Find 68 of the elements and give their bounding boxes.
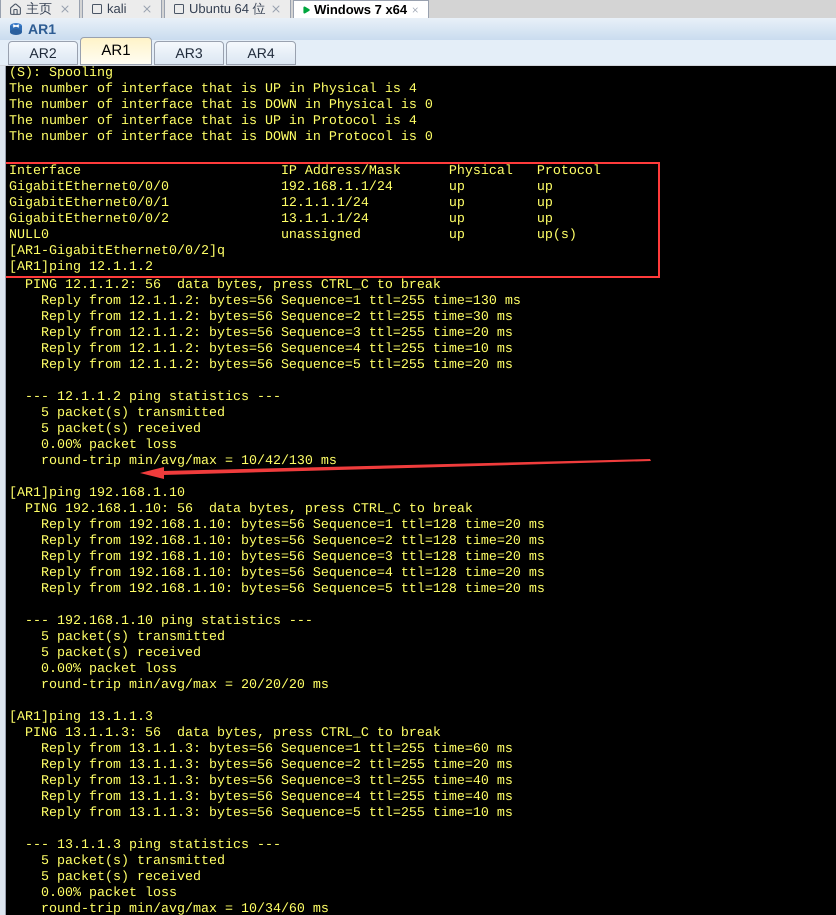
terminal-line: GigabitEthernet0/0/0 192.168.1.1/24 up up: [9, 180, 553, 196]
play-icon: [302, 4, 310, 16]
terminal-line: The number of interface that is DOWN in Protocol is 0: [9, 130, 433, 146]
close-icon[interactable]: [270, 3, 282, 15]
terminal-line: Reply from 13.1.1.3: bytes=56 Sequence=2 ttl=255 time=20 ms: [40, 758, 513, 774]
terminal-line: Interface IP Address/Mask Physical Protocol: [9, 164, 601, 180]
terminal-line: Reply from 12.1.1.2: bytes=56 Sequence=3 ttl=255 time=20 ms: [40, 326, 513, 342]
terminal-line: Reply from 192.168.1.10: bytes=56 Sequence=1 ttl=128 time=20 ms: [40, 518, 545, 534]
terminal-line: Reply from 13.1.1.3: bytes=56 Sequence=4 ttl=255 time=40 ms: [40, 790, 513, 806]
terminal-line: (S): Spooling: [9, 66, 113, 82]
device-tab[interactable]: AR4: [226, 41, 296, 65]
terminal-line: Reply from 12.1.1.2: bytes=56 Sequence=2 ttl=255 time=30 ms: [40, 310, 513, 326]
terminal-line: Reply from 192.168.1.10: bytes=56 Sequence=3 ttl=128 time=20 ms: [40, 550, 545, 566]
terminal-line: 5 packet(s) received: [40, 422, 201, 438]
vm-tab-label: 主页: [26, 0, 52, 18]
terminal-line: PING 12.1.1.2: 56 data bytes, press CTRL_C to break: [24, 278, 441, 294]
terminal-line: 5 packet(s) transmitted: [40, 630, 225, 646]
terminal-line: round-trip min/avg/max = 10/34/60 ms: [40, 902, 329, 915]
vm-tab[interactable]: 主页: [0, 0, 80, 18]
terminal-line: The number of interface that is UP in Physical is 4: [9, 82, 417, 98]
terminal-line: 0.00% packet loss: [40, 886, 177, 902]
vm-tab[interactable]: kali: [82, 0, 162, 18]
terminal-line: round-trip min/avg/max = 20/20/20 ms: [40, 678, 329, 694]
terminal-line: Reply from 192.168.1.10: bytes=56 Sequence=2 ttl=128 time=20 ms: [40, 534, 545, 550]
vm-tab-label: Ubuntu 64 位: [189, 0, 266, 18]
terminal-line: --- 192.168.1.10 ping statistics ---: [24, 614, 313, 630]
terminal-line: [AR1]ping 192.168.1.10: [9, 486, 185, 502]
terminal-line: Reply from 12.1.1.2: bytes=56 Sequence=4 ttl=255 time=10 ms: [40, 342, 513, 358]
terminal-line: Reply from 12.1.1.2: bytes=56 Sequence=5 ttl=255 time=20 ms: [40, 358, 513, 374]
vm-tab[interactable]: Ubuntu 64 位: [164, 0, 291, 18]
terminal-line: [AR1-GigabitEthernet0/0/2]q: [9, 244, 225, 260]
terminal-line: 5 packet(s) received: [40, 870, 201, 886]
terminal-line: Reply from 13.1.1.3: bytes=56 Sequence=1 ttl=255 time=60 ms: [40, 742, 513, 758]
terminal-line: 5 packet(s) transmitted: [40, 406, 225, 422]
terminal-line: 5 packet(s) transmitted: [40, 854, 225, 870]
terminal-line: round-trip min/avg/max = 10/42/130 ms: [40, 454, 337, 470]
terminal-line: Reply from 192.168.1.10: bytes=56 Sequence=5 ttl=128 time=20 ms: [40, 582, 545, 598]
terminal-line: 0.00% packet loss: [40, 438, 177, 454]
terminal-line: NULL0 unassigned up up(s): [9, 228, 577, 244]
terminal-line: [AR1]ping 13.1.1.3: [9, 710, 153, 726]
terminal-line: Reply from 192.168.1.10: bytes=56 Sequence=4 ttl=128 time=20 ms: [40, 566, 545, 582]
device-tab[interactable]: AR1: [80, 37, 152, 65]
terminal-line: Reply from 13.1.1.3: bytes=56 Sequence=5 ttl=255 time=10 ms: [40, 806, 513, 822]
close-icon[interactable]: [59, 3, 71, 15]
vm-tab-label: Windows 7 x64: [314, 0, 408, 19]
terminal-line: PING 192.168.1.10: 56 data bytes, press CTRL_C to break: [24, 502, 473, 518]
device-tab[interactable]: AR2: [8, 41, 78, 65]
terminal-line: GigabitEthernet0/0/2 13.1.1.1/24 up up: [9, 212, 553, 228]
terminal-line: Reply from 13.1.1.3: bytes=56 Sequence=3 ttl=255 time=40 ms: [40, 774, 513, 790]
terminal-line: The number of interface that is UP in Protocol is 4: [9, 114, 417, 130]
router-icon: [8, 21, 24, 37]
square-icon: [173, 3, 185, 15]
close-icon[interactable]: [141, 3, 153, 15]
terminal-line: PING 13.1.1.3: 56 data bytes, press CTRL_C to break: [24, 726, 441, 742]
square-icon: [91, 3, 103, 15]
vm-tab-label: kali: [107, 0, 127, 18]
vm-tab[interactable]: Windows 7 x64: [292, 0, 429, 18]
home-icon: [9, 2, 22, 16]
terminal-line: --- 12.1.1.2 ping statistics ---: [24, 390, 281, 406]
terminal-line: 5 packet(s) received: [40, 646, 201, 662]
terminal-line: GigabitEthernet0/0/1 12.1.1.1/24 up up: [9, 196, 553, 212]
terminal-line: Reply from 12.1.1.2: bytes=56 Sequence=1 ttl=255 time=130 ms: [40, 294, 521, 310]
device-tab[interactable]: AR3: [154, 41, 224, 65]
terminal-line: --- 13.1.1.3 ping statistics ---: [24, 838, 281, 854]
terminal-line: 0.00% packet loss: [40, 662, 177, 678]
window-title: AR1: [28, 20, 56, 38]
terminal-line: The number of interface that is DOWN in Physical is 0: [9, 98, 433, 114]
terminal-line: [AR1]ping 12.1.1.2: [9, 260, 153, 276]
